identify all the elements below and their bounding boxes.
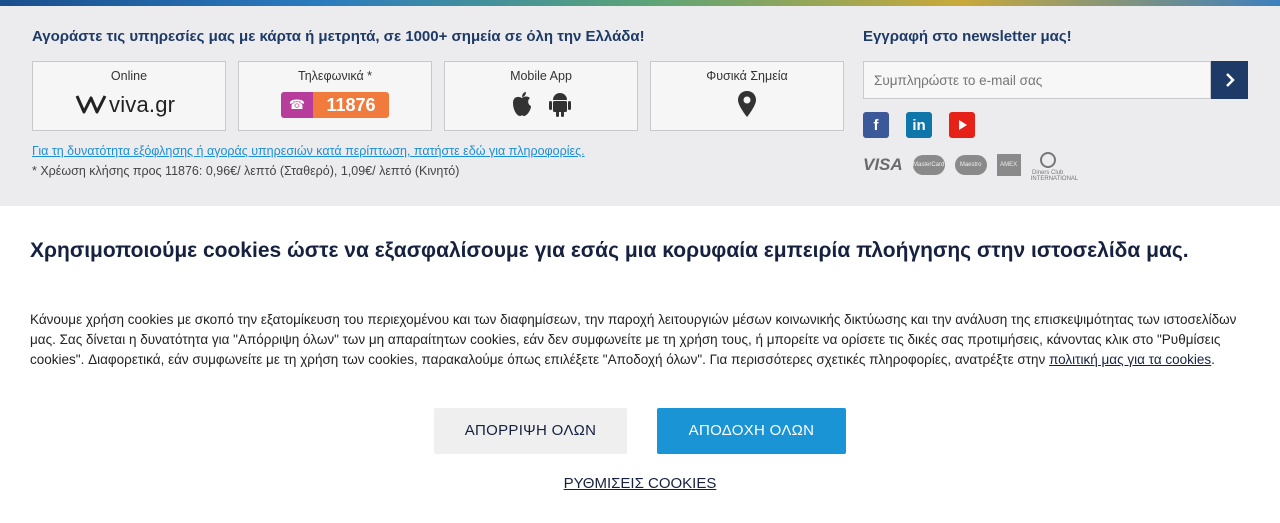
chevron-right-icon (1225, 73, 1235, 87)
cookie-heading: Χρησιμοποιούμε cookies ώστε να εξασφαλίσ… (30, 239, 1189, 262)
visa-logo: VISA (863, 155, 903, 174)
apple-icon[interactable] (510, 90, 534, 118)
site-footer: Αγοράστε τις υπηρεσίες μας με κάρτα ή με… (0, 6, 1280, 207)
facebook-icon[interactable]: f (863, 112, 889, 138)
mastercard-logo: MasterCard (912, 155, 945, 175)
channel-physical-points-card[interactable]: Φυσικά Σημεία (650, 61, 844, 131)
diners-club-logo: Diners Club INTERNATIONAL (1031, 152, 1078, 182)
newsletter-submit-button[interactable] (1211, 61, 1248, 99)
viva-logo: viva.gr (75, 92, 175, 118)
social-links: f in (863, 112, 975, 138)
phone-icon: ☎ (281, 92, 313, 118)
cookie-policy-link[interactable]: πολιτική μας για τα cookies (1049, 352, 1211, 367)
newsletter-title: Εγγραφή στο newsletter μας! (863, 28, 1072, 45)
accept-all-button[interactable]: ΑΠΟΔΟΧΗ ΟΛΩΝ (657, 408, 846, 454)
linkedin-icon[interactable]: in (906, 112, 932, 138)
maestro-logo: Maestro (954, 155, 987, 175)
payment-cards: VISA MasterCard Maestro AMEX Diners Club… (863, 152, 1078, 182)
channel-label: Τηλεφωνικά * (297, 69, 373, 83)
cookie-consent-banner: Χρησιμοποιούμε cookies ώστε να εξασφαλίσ… (0, 206, 1280, 523)
youtube-icon[interactable] (949, 112, 975, 138)
android-icon[interactable] (548, 90, 572, 118)
payment-info-link[interactable]: Για τη δυνατότητα εξόφλησης ή αγοράς υπη… (32, 144, 585, 158)
amex-logo: AMEX (996, 154, 1021, 176)
cookie-description: Κάνουμε χρήση cookies με σκοπό την εξατο… (30, 312, 1237, 367)
channel-online-card[interactable]: Online viva.gr (32, 61, 226, 131)
purchase-channels: Online viva.gr Τηλεφωνικά * ☎ 11876 Mobi… (32, 61, 844, 131)
reject-all-button[interactable]: ΑΠΟΡΡΙΨΗ ΟΛΩΝ (434, 408, 627, 454)
map-pin-icon (738, 91, 756, 117)
channel-label: Online (110, 69, 148, 83)
newsletter-email-input[interactable] (863, 61, 1211, 99)
buy-services-title: Αγοράστε τις υπηρεσίες μας με κάρτα ή με… (32, 28, 645, 45)
channel-label: Φυσικά Σημεία (706, 69, 788, 83)
channel-mobile-app-card[interactable]: Mobile App (444, 61, 638, 131)
call-charge-note: * Χρέωση κλήσης προς 11876: 0,96€/ λεπτό… (32, 164, 460, 178)
channel-label: Mobile App (510, 69, 572, 83)
cookie-settings-link[interactable]: ΡΥΘΜΙΣΕΙΣ COOKIES (564, 475, 717, 492)
phone-number-logo: ☎ 11876 (281, 92, 389, 118)
channel-phone-card[interactable]: Τηλεφωνικά * ☎ 11876 (238, 61, 432, 131)
